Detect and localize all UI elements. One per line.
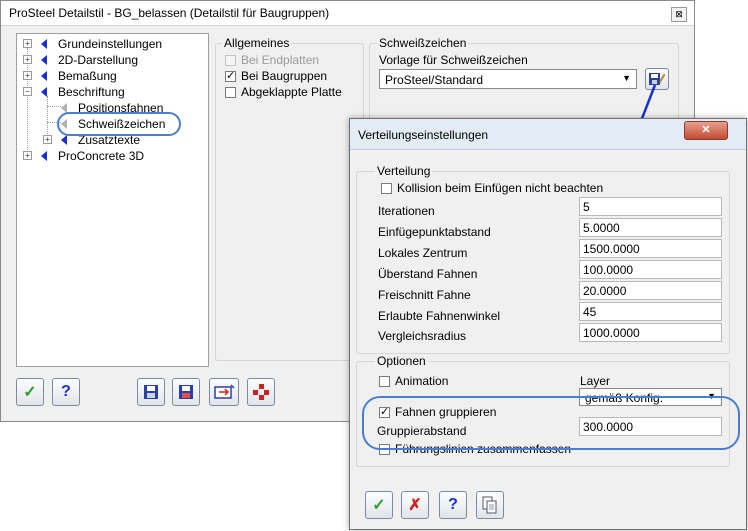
iterations-label: Iterationen (378, 204, 435, 218)
import-export-button[interactable] (209, 378, 239, 406)
help-button[interactable]: ? (439, 491, 467, 519)
import-export-icon (214, 384, 235, 399)
tree-item-grundeinstellungen[interactable]: + Grundeinstellungen (17, 36, 207, 52)
tree-item-label: Bemaßung (58, 69, 117, 83)
highlight-oval (362, 396, 740, 450)
close-button[interactable]: ✕ (684, 121, 728, 140)
blue-arrow-icon (41, 55, 47, 65)
endplates-label: Bei Endplatten (241, 53, 320, 67)
folded-plate-checkbox[interactable] (225, 87, 236, 98)
flag-clearance-label: Freischnitt Fahne (378, 288, 471, 302)
cancel-button[interactable]: ✗ (401, 491, 429, 519)
ok-button[interactable]: ✓ (365, 491, 393, 519)
weld-template-label: Vorlage für Schweißzeichen (379, 53, 528, 67)
tree-item-bemassung[interactable]: + Bemaßung (17, 68, 207, 84)
distribution-icon (253, 384, 269, 400)
blue-arrow-icon (41, 87, 47, 97)
title-bar[interactable]: ProSteel Detailstil - BG_belassen (Detai… (1, 1, 694, 26)
collision-checkbox[interactable] (381, 183, 392, 194)
blue-arrow-icon (41, 151, 47, 161)
weld-template-value: ProSteel/Standard (385, 73, 484, 87)
collapse-icon[interactable]: − (23, 87, 32, 96)
iterations-input[interactable]: 5 (579, 197, 722, 216)
copy-button[interactable] (476, 491, 504, 519)
expand-icon[interactable]: + (23, 71, 32, 80)
tree-item-label: 2D-Darstellung (58, 53, 139, 67)
title-bar[interactable]: Verteilungseinstellungen ✕ (350, 119, 746, 150)
tree-item-label: ProConcrete 3D (58, 149, 145, 163)
save-as-button[interactable] (172, 378, 200, 406)
highlight-oval (57, 112, 181, 136)
check-icon: ✓ (23, 384, 37, 401)
close-button[interactable]: ⊠ (671, 7, 687, 22)
check-icon: ✓ (372, 497, 386, 514)
endplates-checkbox[interactable] (225, 55, 236, 66)
blue-arrow-icon (41, 39, 47, 49)
help-button[interactable]: ? (52, 378, 80, 406)
window-title: ProSteel Detailstil - BG_belassen (Detai… (9, 6, 330, 20)
compare-radius-input[interactable]: 1000.0000 (579, 323, 722, 342)
tree-item-2d-darstellung[interactable]: + 2D-Darstellung (17, 52, 207, 68)
distribution-settings-dialog: Verteilungseinstellungen ✕ Verteilung Ko… (349, 118, 747, 530)
distribution-settings-button[interactable] (247, 378, 275, 406)
expand-icon[interactable]: + (23, 39, 32, 48)
flag-overhang-label: Überstand Fahnen (378, 267, 478, 281)
weld-group-title: Schweißzeichen (377, 36, 469, 50)
expand-icon[interactable]: + (23, 55, 32, 64)
expand-icon[interactable]: + (43, 135, 52, 144)
save-button[interactable] (137, 378, 165, 406)
help-icon: ? (61, 383, 71, 400)
dialog-title: Verteilungseinstellungen (358, 128, 489, 142)
flag-clearance-input[interactable]: 20.0000 (579, 281, 722, 300)
save-as-icon (179, 385, 193, 399)
layer-label: Layer (580, 374, 611, 388)
tree-item-label: Beschriftung (58, 85, 125, 99)
flag-angles-label: Erlaubte Fahnenwinkel (378, 309, 501, 323)
animation-checkbox[interactable] (379, 376, 390, 387)
ok-button[interactable]: ✓ (16, 378, 44, 406)
general-group-title: Allgemeines (222, 36, 292, 50)
copy-document-icon (482, 496, 497, 514)
collision-label: Kollision beim Einfügen nicht beachten (397, 181, 604, 195)
expand-icon[interactable]: + (23, 151, 32, 160)
blue-arrow-icon (41, 71, 47, 81)
cancel-icon: ✗ (408, 497, 422, 514)
tree-item-label: Grundeinstellungen (58, 37, 163, 51)
compare-radius-label: Vergleichsradius (378, 329, 467, 343)
options-group-title: Optionen (375, 354, 428, 368)
help-icon: ? (448, 496, 458, 513)
insert-spacing-input[interactable]: 5.0000 (579, 218, 722, 237)
assemblies-checkbox[interactable]: ✓ (225, 71, 236, 82)
tree-item-beschriftung[interactable]: − Beschriftung (17, 84, 207, 100)
tree-item-proconcrete-3d[interactable]: + ProConcrete 3D (17, 148, 207, 164)
animation-label: Animation (395, 374, 449, 388)
save-icon (144, 385, 158, 399)
insert-spacing-label: Einfügepunktabstand (378, 225, 491, 239)
flag-angles-input[interactable]: 45 (579, 302, 722, 321)
settings-tree: + Grundeinstellungen + 2D-Darstellung + … (16, 33, 209, 367)
blue-arrow-icon (61, 135, 67, 145)
weld-template-select[interactable]: ProSteel/Standard ▼ (379, 69, 637, 89)
assemblies-label: Bei Baugruppen (241, 69, 328, 83)
local-center-input[interactable]: 1500.0000 (579, 239, 722, 258)
distribution-group-title: Verteilung (375, 164, 433, 178)
local-center-label: Lokales Zentrum (378, 246, 468, 260)
folded-plate-label: Abgeklappte Platte (241, 85, 342, 99)
flag-overhang-input[interactable]: 100.0000 (579, 260, 722, 279)
